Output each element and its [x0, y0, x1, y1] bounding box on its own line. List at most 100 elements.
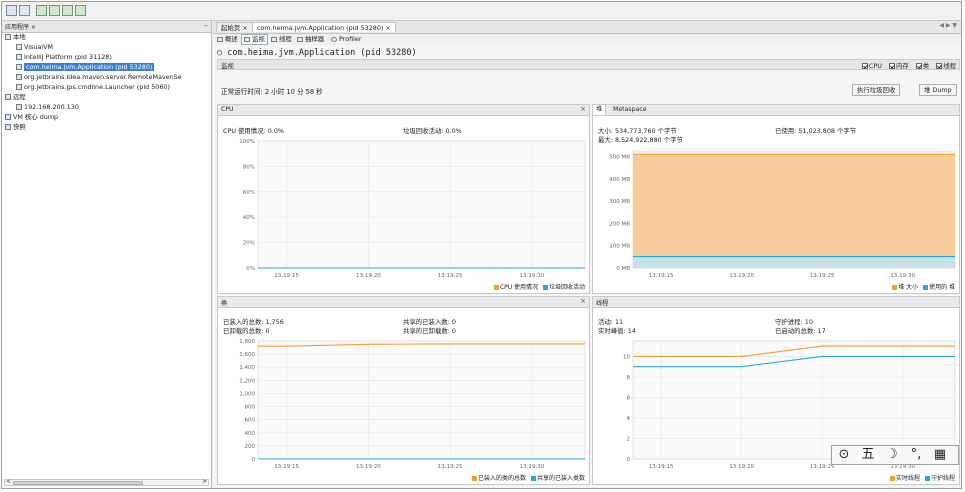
scrollbar-thumb[interactable]: [13, 481, 143, 485]
save-icon[interactable]: [19, 5, 30, 16]
series-area-heap-used: [633, 256, 955, 268]
computer-icon: [5, 34, 11, 40]
ime-wubi-icon[interactable]: 五: [856, 446, 880, 464]
y-tick-label: 1,400: [239, 365, 255, 371]
checkbox-cpu[interactable]: CPU: [861, 62, 882, 70]
y-tick-label: 300 MB: [609, 199, 630, 205]
x-tick-label: 13:19:30: [520, 273, 545, 279]
x-tick-label: 13:19:25: [438, 273, 463, 279]
add-snapshot-icon[interactable]: [75, 5, 86, 16]
visualvm-window: 应用程序 × – 本地 VisualVM IntelliJ Platform (…: [1, 1, 962, 489]
add-core-dump-icon[interactable]: [62, 5, 73, 16]
tree-node-intellij[interactable]: IntelliJ Platform (pid 31128): [16, 53, 112, 62]
tree-node-visualvm[interactable]: VisualVM: [16, 43, 53, 52]
legend-loaded-classes: 已装入的类的总数: [478, 475, 527, 482]
tab-start-page[interactable]: 起始页 ×: [216, 22, 253, 32]
subtab-sampler[interactable]: 抽样器: [297, 35, 324, 44]
open-icon[interactable]: [6, 5, 17, 16]
close-classes-panel-icon[interactable]: ×: [580, 297, 586, 305]
legend-swatch: [923, 285, 929, 290]
ime-keyboard-icon[interactable]: ▦: [928, 446, 952, 464]
tab-navigation-icon[interactable]: ◀ ▶ ▼: [939, 22, 957, 29]
tree-node-jps-launcher[interactable]: org.jetbrains.jps.cmdline.Launcher (pid …: [16, 83, 170, 92]
x-tick-label: 13:19:30: [890, 273, 915, 279]
close-cpu-panel-icon[interactable]: ×: [580, 105, 586, 113]
scroll-left-icon[interactable]: <: [6, 478, 11, 485]
ime-toolbar[interactable]: ⊙ 五 ☽ °, ▦: [831, 445, 959, 465]
subtab-monitor[interactable]: 监视: [241, 34, 268, 45]
profiler-icon: [331, 36, 337, 42]
add-remote-host-icon[interactable]: [49, 5, 60, 16]
ime-halfwidth-icon[interactable]: ☽: [880, 446, 904, 464]
x-tick-label: 13:19:20: [729, 464, 754, 470]
tree-node-application-selected[interactable]: com.heima.jvm.Application (pid 53280): [16, 63, 155, 72]
y-tick-label: 10: [623, 354, 630, 360]
tree-node-remote-host[interactable]: 192.168.200.130: [16, 103, 79, 112]
y-tick-label: 20%: [243, 241, 255, 247]
heap-legend: 堆 大小 使用的 堆: [889, 282, 955, 291]
tree-node-core-dump[interactable]: VM 核心 dump: [5, 113, 58, 122]
y-tick-label: 100 MB: [609, 244, 630, 250]
y-tick-label: 80%: [243, 164, 255, 170]
classes-panel-title: 类: [221, 300, 228, 307]
x-tick-label: 13:19:15: [649, 273, 674, 279]
x-tick-label: 13:19:30: [520, 464, 545, 470]
heap-panel-header: 堆 Metaspace: [593, 105, 959, 116]
subtab-profiler[interactable]: Profiler: [331, 35, 362, 44]
loaded-total-value: 已装入的总数: 1,756: [223, 318, 284, 326]
legend-shared-classes: 共享的已装入类数: [536, 475, 585, 482]
monitor-checkboxes: CPU 内存 类 线程: [857, 61, 956, 70]
y-tick-label: 2: [627, 436, 631, 442]
overview-icon: [217, 36, 223, 42]
main-toolbar: [2, 2, 961, 21]
heap-tab[interactable]: 堆: [593, 105, 607, 115]
checkbox-threads[interactable]: 线程: [936, 62, 956, 70]
checkbox-memory[interactable]: 内存: [888, 62, 909, 70]
shared-unloaded-value: 共享的已卸载数: 0: [403, 327, 456, 335]
live-threads-value: 活动: 11: [598, 318, 624, 326]
tree-horizontal-scrollbar[interactable]: < >: [4, 478, 209, 486]
metaspace-tab[interactable]: Metaspace: [613, 106, 647, 113]
x-tick-label: 13:19:25: [438, 464, 463, 470]
tree-node-remote[interactable]: 远程: [5, 93, 26, 102]
cpu-usage-value: CPU 使用情况: 0.0%: [223, 127, 285, 135]
tree-node-maven-server[interactable]: org.jetbrains.idea.maven.server.RemoteMa…: [16, 73, 182, 82]
tree-node-local[interactable]: 本地: [5, 33, 26, 42]
ime-mode-icon[interactable]: ⊙: [832, 446, 856, 464]
cpu-panel-header: CPU ×: [218, 105, 589, 116]
legend-swatch: [493, 285, 499, 290]
x-tick-label: 13:19:20: [356, 464, 381, 470]
legend-swatch: [892, 285, 898, 290]
cpu-chart: 0% 20% 40% 60% 80% 100% 13:19:15 13:19:20 13:19:…: [239, 139, 586, 279]
visualvm-icon: [16, 44, 22, 50]
tab-application[interactable]: com.heima.jvm.Application (pid 53280) ×: [252, 22, 396, 32]
heap-dump-button[interactable]: 堆 Dump: [919, 84, 957, 96]
perform-gc-button[interactable]: 执行垃圾回收: [852, 84, 901, 96]
scroll-right-icon[interactable]: >: [202, 478, 207, 485]
x-tick-label: 13:19:15: [649, 464, 674, 470]
java-app-icon: [16, 74, 22, 80]
daemon-threads-value: 守护进程: 10: [775, 318, 813, 326]
legend-live-threads: 实时线程: [896, 475, 921, 482]
cpu-panel: CPU × CPU 使用情况: 0.0% 垃圾回收活动: 0.0% 0% 20% 4…: [217, 104, 590, 294]
add-jmx-icon[interactable]: [36, 5, 47, 16]
y-tick-label: 0%: [246, 266, 255, 272]
snapshot-icon: [5, 124, 11, 130]
legend-swatch: [890, 476, 896, 481]
view-subtabs: 概述 监视 线程 抽样器 Profiler: [213, 34, 961, 45]
threads-legend: 实时线程 守护线程: [887, 473, 955, 482]
legend-swatch: [530, 476, 536, 481]
y-tick-label: 1,800: [239, 339, 255, 345]
subtab-overview[interactable]: 概述: [217, 35, 238, 44]
x-tick-label: 13:19:20: [729, 273, 754, 279]
subtab-threads[interactable]: 线程: [271, 35, 292, 44]
applications-tab[interactable]: 应用程序 × –: [2, 21, 211, 33]
checkbox-classes[interactable]: 类: [915, 62, 929, 70]
y-tick-label: 0: [252, 457, 256, 463]
minimize-icon[interactable]: –: [204, 21, 208, 30]
shared-loaded-value: 共享的已装入数: 0: [403, 318, 456, 326]
tree-node-snapshots[interactable]: 快照: [5, 123, 26, 132]
x-tick-label: 13:19:15: [274, 273, 299, 279]
ime-punctuation-icon[interactable]: °,: [904, 446, 928, 464]
x-tick-label: 13:19:15: [274, 464, 299, 470]
